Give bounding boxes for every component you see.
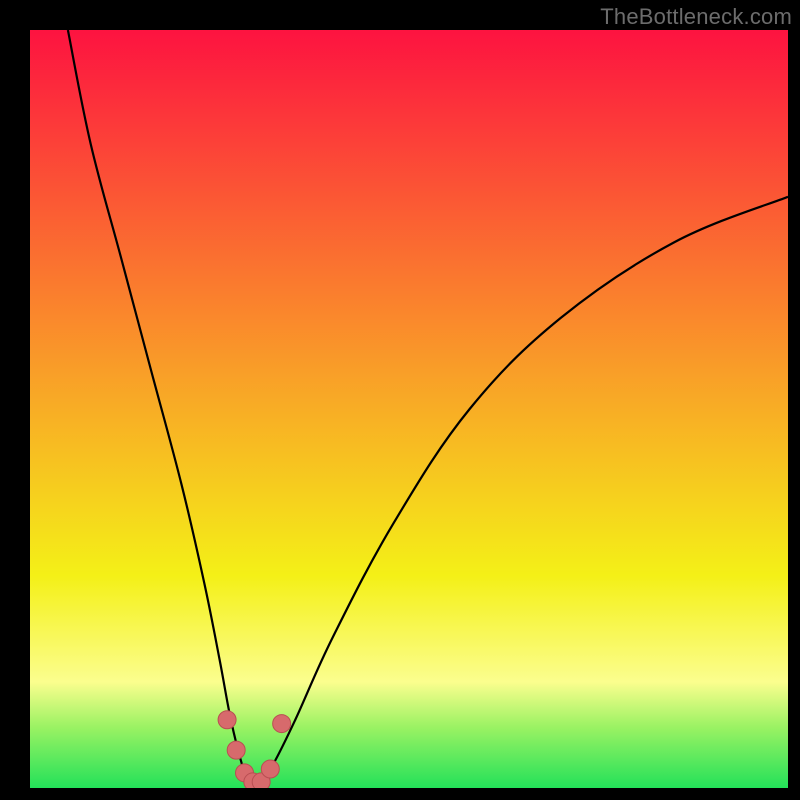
balance-marker xyxy=(227,741,245,759)
gradient-background xyxy=(30,30,788,788)
balance-marker xyxy=(273,715,291,733)
bottleneck-chart xyxy=(30,30,788,788)
chart-frame xyxy=(30,30,788,788)
balance-marker xyxy=(218,711,236,729)
watermark-text: TheBottleneck.com xyxy=(600,4,792,30)
balance-marker xyxy=(261,760,279,778)
